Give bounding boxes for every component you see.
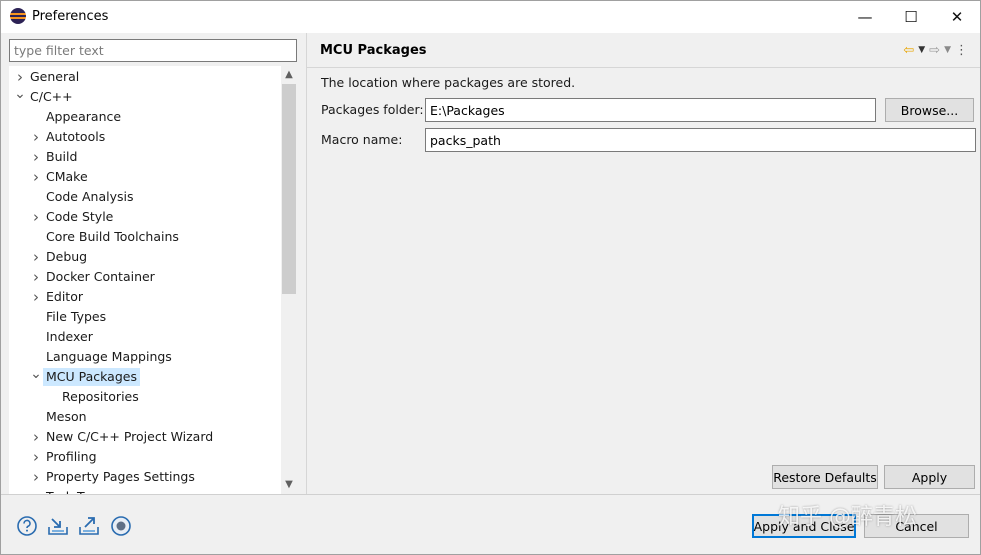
tree-item[interactable]: › Build [9,147,281,167]
tree-item[interactable]: › Profiling [9,447,281,467]
tree-item[interactable]: › Editor [9,287,281,307]
eclipse-logo-icon [10,8,26,24]
forward-arrow-icon[interactable]: ⇨ [929,43,940,58]
tree-item-label: Code Style [46,209,114,224]
tree-item-label: Language Mappings [46,349,172,364]
chevron-down-icon[interactable]: ⌄ [29,367,43,387]
tree-item[interactable]: File Types [9,307,281,327]
tree-item-label: New C/C++ Project Wizard [46,429,214,444]
tree-item[interactable]: › CMake [9,167,281,187]
tree-item[interactable]: › New C/C++ Project Wizard [9,427,281,447]
tree-item-label: Appearance [46,109,122,124]
tree-item[interactable]: Language Mappings [9,347,281,367]
chevron-right-icon[interactable]: › [29,287,43,307]
tree-item-label: General [30,69,80,84]
preference-tree: › General ⌄ C/C++ Appearance › Autotools › Build… [9,66,281,494]
tree-item-label: Core Build Toolchains [46,229,179,244]
title-separator [307,67,980,68]
browse-button[interactable]: Browse... [885,98,974,122]
cancel-button[interactable]: Cancel [864,514,969,538]
scroll-down-icon[interactable]: ▼ [281,477,297,493]
chevron-right-icon[interactable]: › [29,247,43,267]
tree-item[interactable]: › General [9,67,281,87]
chevron-right-icon[interactable]: › [29,147,43,167]
tree-item[interactable]: › Debug [9,247,281,267]
tree-item-label: Profiling [46,449,97,464]
record-icon[interactable] [110,515,132,537]
export-icon[interactable] [78,515,100,537]
tree-item[interactable]: › Property Pages Settings [9,467,281,487]
tree-item-label: Repositories [62,389,139,404]
preferences-window: Preferences — ☐ ✕ ›General⌄C/C++Appearan… [0,0,981,555]
tree-item-label: Code Analysis [46,189,134,204]
tree-item[interactable]: ⌄ MCU Packages [9,367,281,387]
footer-separator [1,494,980,495]
title-bar: Preferences — ☐ ✕ [1,1,980,33]
forward-dropdown-icon[interactable]: ▼ [944,45,951,55]
back-arrow-icon[interactable]: ⇦ [903,43,914,58]
maximize-button[interactable]: ☐ [888,1,934,32]
chevron-right-icon[interactable]: › [29,427,43,447]
tree-item-label: Property Pages Settings [46,469,195,484]
page-description: The location where packages are stored. [321,75,576,90]
tree-item-label: Build [46,149,78,164]
tree-item[interactable]: Repositories [9,387,281,407]
tree-item[interactable]: Appearance [9,107,281,127]
help-icon[interactable] [16,515,38,537]
tree-item[interactable]: Meson [9,407,281,427]
tree-item-label: Indexer [46,329,93,344]
packages-folder-field[interactable] [425,98,876,122]
tree-item[interactable]: › Autotools [9,127,281,147]
tree-item[interactable]: Code Analysis [9,187,281,207]
window-title: Preferences [32,9,109,24]
tree-item[interactable]: › Docker Container [9,267,281,287]
back-dropdown-icon[interactable]: ▼ [918,45,925,55]
chevron-right-icon[interactable]: › [29,487,43,494]
import-icon[interactable] [47,515,69,537]
tree-item-label: CMake [46,169,88,184]
tree-item-label: MCU Packages [43,368,140,386]
packages-folder-label: Packages folder: [321,102,424,117]
macro-name-label: Macro name: [321,132,403,147]
tree-item[interactable]: › Code Style [9,207,281,227]
restore-defaults-button[interactable]: Restore Defaults [772,465,878,489]
scroll-thumb[interactable] [282,84,296,294]
chevron-right-icon[interactable]: › [29,127,43,147]
preference-page: MCU Packages ⇦ ▼ ⇨ ▼ ⋮ The location wher… [307,33,980,494]
tree-item-label: Docker Container [46,269,155,284]
tree-scrollbar[interactable]: ▲ ▼ [281,66,297,494]
chevron-down-icon[interactable]: ⌄ [13,87,27,107]
minimize-button[interactable]: — [842,1,888,32]
tree-item[interactable]: Core Build Toolchains [9,227,281,247]
apply-and-close-button[interactable]: Apply and Close [752,514,856,538]
tree-item-label: C/C++ [30,89,73,104]
tree-item[interactable]: Indexer [9,327,281,347]
tree-item-label: Debug [46,249,88,264]
page-title: MCU Packages [320,43,427,58]
tree-item[interactable]: ›Task Tags [9,487,281,494]
chevron-right-icon[interactable]: › [29,447,43,467]
chevron-right-icon[interactable]: › [29,207,43,227]
close-button[interactable]: ✕ [934,1,980,32]
tree-item[interactable]: ⌄ C/C++ [9,87,281,107]
chevron-right-icon[interactable]: › [13,67,27,87]
apply-button[interactable]: Apply [884,465,975,489]
tree-item-label: Autotools [46,129,106,144]
scroll-up-icon[interactable]: ▲ [281,67,297,83]
macro-name-field[interactable] [425,128,976,152]
chevron-right-icon[interactable]: › [29,267,43,287]
chevron-right-icon[interactable]: › [29,467,43,487]
tree-item-label: Editor [46,289,83,304]
filter-input[interactable] [9,39,297,62]
tree-item-label: Meson [46,409,87,424]
tree-item-label: File Types [46,309,107,324]
view-menu-icon[interactable]: ⋮ [955,43,968,58]
chevron-right-icon[interactable]: › [29,167,43,187]
page-nav-toolbar: ⇦ ▼ ⇨ ▼ ⋮ [903,41,968,59]
